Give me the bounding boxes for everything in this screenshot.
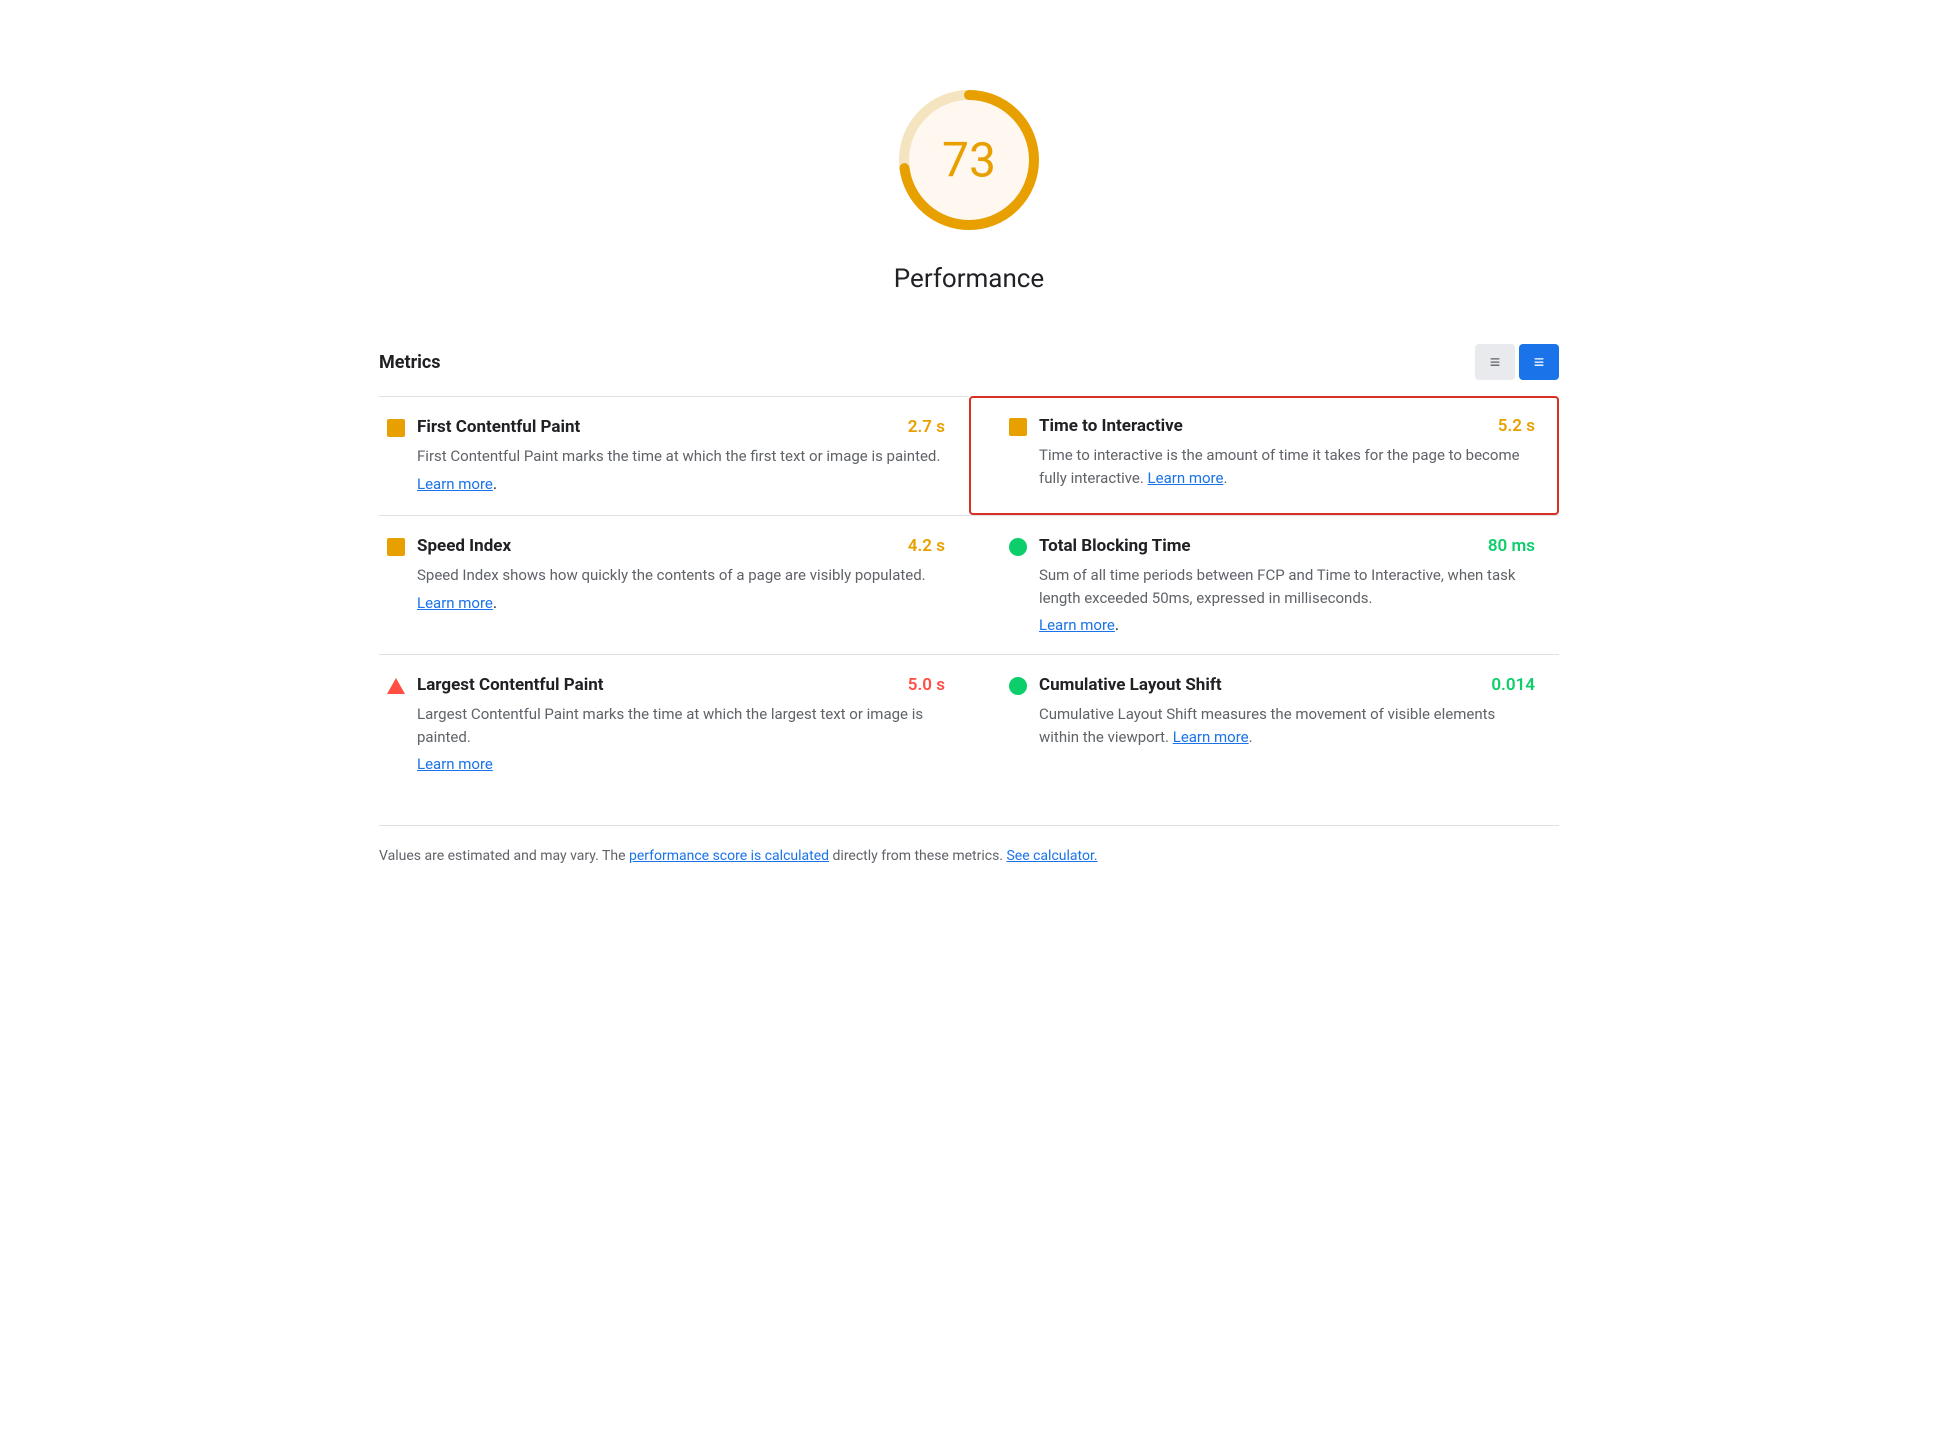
score-section: 73 Performance [379, 40, 1559, 324]
metric-lcp-value: 5.0 s [908, 675, 945, 695]
metric-cls-desc: Cumulative Layout Shift measures the mov… [1039, 703, 1535, 748]
metric-fcp-header: First Contentful Paint 2.7 s [387, 417, 945, 437]
metric-tti-name: Time to Interactive [1039, 416, 1183, 436]
metric-tbt-header: Total Blocking Time 80 ms [1009, 536, 1535, 556]
metric-tti-desc: Time to interactive is the amount of tim… [1039, 444, 1535, 489]
metric-fcp-desc: First Contentful Paint marks the time at… [417, 445, 945, 468]
footer-text-middle: directly from these metrics. [829, 848, 1006, 864]
metric-fcp-title-group: First Contentful Paint [387, 417, 580, 437]
tti-icon [1009, 418, 1027, 436]
metric-tti-learn-more[interactable]: Learn more [1148, 469, 1224, 487]
metric-fcp-learn-more[interactable]: Learn more [417, 475, 493, 493]
metric-tti-value: 5.2 s [1498, 416, 1535, 436]
metric-si: Speed Index 4.2 s Speed Index shows how … [379, 515, 969, 654]
metric-fcp-value: 2.7 s [908, 417, 945, 437]
metric-cls-header: Cumulative Layout Shift 0.014 [1009, 675, 1535, 695]
cls-icon [1009, 677, 1027, 695]
metric-cls-name: Cumulative Layout Shift [1039, 675, 1222, 695]
footer-text-before: Values are estimated and may vary. The [379, 848, 629, 864]
metric-tbt-value: 80 ms [1488, 536, 1535, 556]
list-view-button[interactable]: ≡ [1475, 344, 1515, 380]
metric-si-name: Speed Index [417, 536, 511, 556]
metric-si-desc: Speed Index shows how quickly the conten… [417, 564, 945, 587]
metric-lcp-desc: Largest Contentful Paint marks the time … [417, 703, 945, 748]
lcp-icon [387, 678, 405, 694]
metric-lcp: Largest Contentful Paint 5.0 s Largest C… [379, 654, 969, 793]
score-value: 73 [942, 132, 996, 189]
metric-lcp-learn-more[interactable]: Learn more [417, 755, 493, 773]
metric-tbt-desc: Sum of all time periods between FCP and … [1039, 564, 1535, 609]
metric-lcp-name: Largest Contentful Paint [417, 675, 604, 695]
metric-tti-title-group: Time to Interactive [1009, 416, 1183, 436]
fcp-icon [387, 419, 405, 437]
metric-fcp: First Contentful Paint 2.7 s First Conte… [379, 396, 969, 515]
metric-cls-value: 0.014 [1491, 675, 1535, 695]
metric-tti: Time to Interactive 5.2 s Time to intera… [969, 396, 1559, 515]
score-label: Performance [894, 264, 1044, 294]
footer-calculator-link[interactable]: See calculator. [1006, 848, 1097, 864]
metric-cls-learn-more[interactable]: Learn more [1173, 728, 1249, 746]
metrics-section: Metrics ≡ ≡ First Contentful Paint 2.7 s… [379, 344, 1559, 793]
metrics-header: Metrics ≡ ≡ [379, 344, 1559, 380]
view-controls: ≡ ≡ [1475, 344, 1559, 380]
detail-view-button[interactable]: ≡ [1519, 344, 1559, 380]
metric-tbt-learn-more[interactable]: Learn more [1039, 616, 1115, 634]
metric-lcp-title-group: Largest Contentful Paint [387, 675, 604, 695]
metric-si-title-group: Speed Index [387, 536, 511, 556]
tbt-icon [1009, 538, 1027, 556]
metrics-title: Metrics [379, 352, 441, 373]
si-icon [387, 538, 405, 556]
detail-icon: ≡ [1534, 352, 1545, 373]
metric-fcp-name: First Contentful Paint [417, 417, 580, 437]
metric-tti-header: Time to Interactive 5.2 s [1009, 416, 1535, 436]
metric-tbt: Total Blocking Time 80 ms Sum of all tim… [969, 515, 1559, 654]
list-icon: ≡ [1490, 352, 1501, 373]
footer-note: Values are estimated and may vary. The p… [379, 825, 1559, 867]
metrics-grid: First Contentful Paint 2.7 s First Conte… [379, 396, 1559, 793]
score-gauge: 73 [889, 80, 1049, 240]
metric-cls: Cumulative Layout Shift 0.014 Cumulative… [969, 654, 1559, 793]
metric-si-header: Speed Index 4.2 s [387, 536, 945, 556]
metric-cls-title-group: Cumulative Layout Shift [1009, 675, 1222, 695]
metric-lcp-header: Largest Contentful Paint 5.0 s [387, 675, 945, 695]
metric-tbt-title-group: Total Blocking Time [1009, 536, 1191, 556]
metric-si-value: 4.2 s [908, 536, 945, 556]
metric-si-learn-more[interactable]: Learn more [417, 594, 493, 612]
metric-tbt-name: Total Blocking Time [1039, 536, 1191, 556]
footer-perf-score-link[interactable]: performance score is calculated [629, 848, 829, 864]
